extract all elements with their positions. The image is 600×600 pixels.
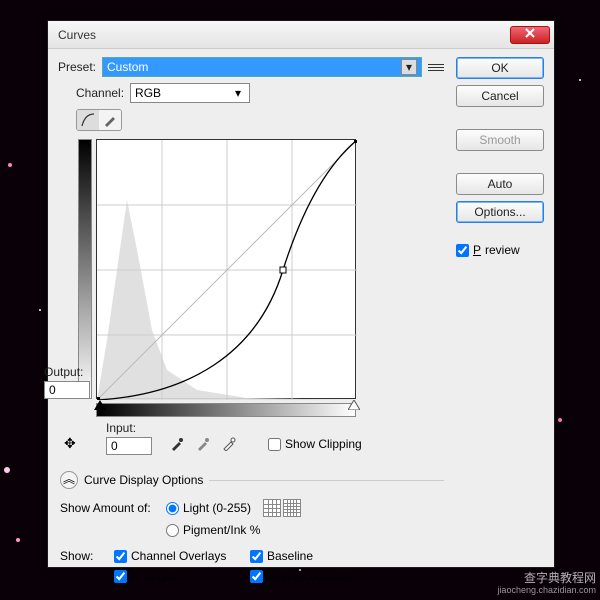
disclosure-label: Curve Display Options xyxy=(84,473,203,487)
channel-label: Channel: xyxy=(76,86,124,100)
input-label: Input: xyxy=(106,421,136,435)
close-button[interactable] xyxy=(510,26,550,44)
output-label: Output: xyxy=(44,365,94,379)
disclosure-toggle[interactable]: ︽ xyxy=(60,471,78,489)
eyedropper-icon xyxy=(170,437,184,451)
histogram-checkbox[interactable]: Histogram xyxy=(114,569,244,583)
input-field[interactable] xyxy=(106,437,152,455)
curve-point-tool[interactable] xyxy=(77,110,99,130)
show-clipping-checkbox[interactable]: Show Clipping xyxy=(268,437,362,451)
watermark: 查字典教程网 jiaocheng.chazidian.com xyxy=(497,571,596,596)
curve-grid[interactable] xyxy=(96,139,356,399)
curve-plot xyxy=(97,140,357,400)
output-gradient xyxy=(78,139,92,399)
auto-button[interactable]: Auto xyxy=(456,173,544,195)
channel-value: RGB xyxy=(135,86,161,100)
white-point-sampler[interactable] xyxy=(220,435,238,453)
show-amount-label: Show Amount of: xyxy=(60,501,160,515)
output-field[interactable] xyxy=(44,381,90,399)
preset-menu-icon[interactable] xyxy=(428,59,444,75)
cancel-button[interactable]: Cancel xyxy=(456,85,544,107)
curve-tool-toggle xyxy=(76,109,122,131)
grid-coarse-button[interactable] xyxy=(263,499,281,517)
smooth-button[interactable]: Smooth xyxy=(456,129,544,151)
preset-dropdown[interactable]: Custom ▾ xyxy=(102,57,422,77)
chevron-down-icon: ▾ xyxy=(231,86,245,100)
close-icon xyxy=(524,27,536,39)
options-button[interactable]: Options... xyxy=(456,201,544,223)
preview-checkbox[interactable]: Preview xyxy=(456,243,544,257)
curves-dialog: Curves Preset: Custom ▾ Channel: RGB ▾ xyxy=(47,20,555,568)
preset-value: Custom xyxy=(107,60,148,74)
black-point-slider[interactable] xyxy=(94,400,106,410)
channel-overlays-checkbox[interactable]: Channel Overlays xyxy=(114,549,244,563)
white-point-slider[interactable] xyxy=(348,400,360,410)
pencil-icon xyxy=(103,113,117,127)
sampler-group xyxy=(168,435,238,453)
black-point-sampler[interactable] xyxy=(168,435,186,453)
titlebar[interactable]: Curves xyxy=(48,21,554,49)
preset-label: Preset: xyxy=(58,60,96,74)
divider xyxy=(209,480,444,481)
chevron-down-icon: ▾ xyxy=(401,59,417,75)
eyedropper-icon xyxy=(222,437,236,451)
channel-dropdown[interactable]: RGB ▾ xyxy=(130,83,250,103)
input-gradient xyxy=(96,403,356,417)
ok-button[interactable]: OK xyxy=(456,57,544,79)
intersection-checkbox[interactable]: Intersection Line xyxy=(250,569,355,583)
curve-icon xyxy=(81,113,95,127)
baseline-checkbox[interactable]: Baseline xyxy=(250,549,313,563)
pigment-radio[interactable]: Pigment/Ink % xyxy=(166,523,260,537)
curve-draw-tool[interactable] xyxy=(99,110,121,130)
grid-fine-button[interactable] xyxy=(283,499,301,517)
eyedropper-icon xyxy=(196,437,210,451)
gray-point-sampler[interactable] xyxy=(194,435,212,453)
window-title: Curves xyxy=(58,28,510,42)
targeted-adjust-tool[interactable]: ✥ xyxy=(64,435,76,452)
light-radio[interactable]: Light (0-255) xyxy=(166,501,251,515)
show-label: Show: xyxy=(60,549,108,563)
